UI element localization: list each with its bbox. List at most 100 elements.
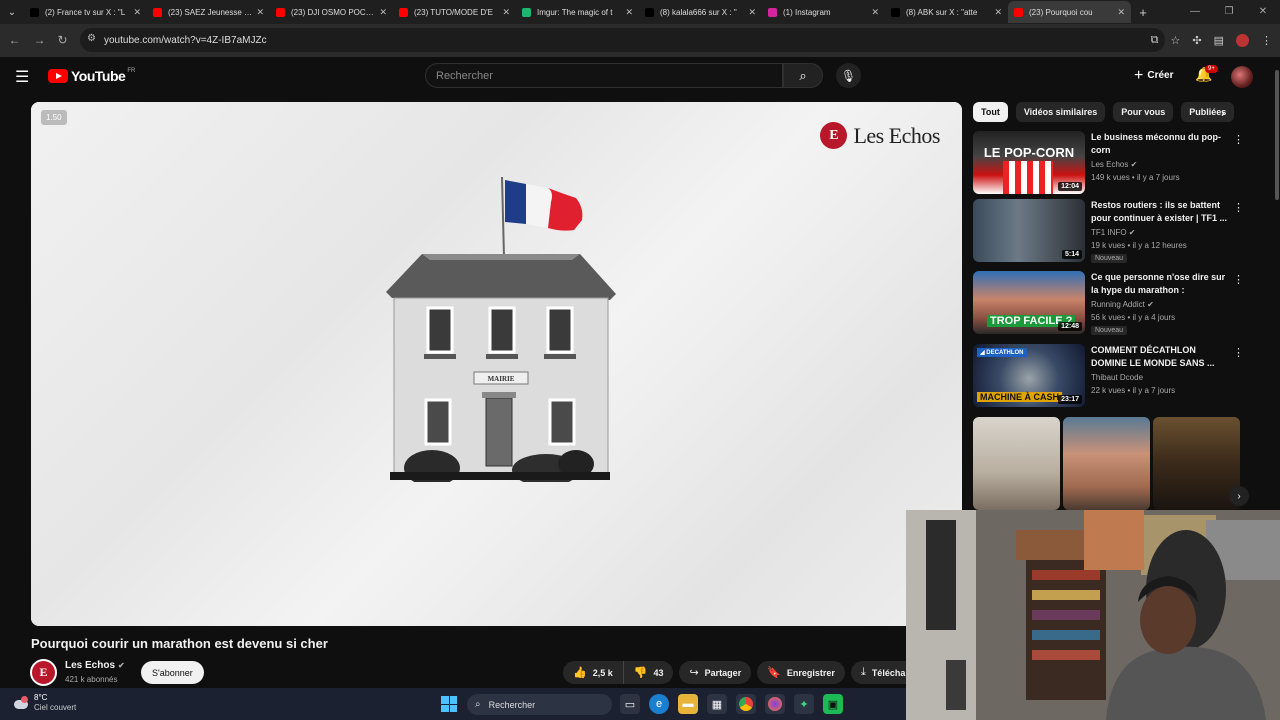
- minimize-button[interactable]: —: [1178, 0, 1212, 24]
- close-window-button[interactable]: ✕: [1246, 0, 1280, 24]
- page-scrollbar[interactable]: [1275, 70, 1279, 200]
- close-tab-icon[interactable]: ✕: [1117, 7, 1125, 18]
- account-avatar[interactable]: [1231, 66, 1253, 88]
- recommendation-item[interactable]: LE POP-CORN 12:04 Le business méconnu du…: [973, 131, 1248, 195]
- close-tab-icon[interactable]: ✕: [502, 7, 510, 18]
- share-button[interactable]: ↪ Partager: [679, 661, 752, 684]
- short-thumbnail[interactable]: [973, 417, 1060, 510]
- file-explorer-icon[interactable]: ▬: [678, 694, 698, 714]
- shorts-shelf: [973, 417, 1243, 510]
- chip-for-you[interactable]: Pour vous: [1113, 102, 1174, 122]
- plus-icon: +: [1134, 66, 1144, 84]
- dislike-button[interactable]: 👎 43: [623, 661, 674, 684]
- store-icon[interactable]: ▦: [707, 694, 727, 714]
- taskbar-search-label: Rechercher: [488, 699, 536, 710]
- recommendation-item[interactable]: ◢ DECATHLON MACHINE À CASH 23:17 COMMENT…: [973, 344, 1248, 408]
- maximize-button[interactable]: ❐: [1212, 0, 1246, 24]
- browser-tab[interactable]: (8) ABK sur X : "atte ✕: [885, 1, 1008, 23]
- recommendation-item[interactable]: TROP FACILE ? 12:48 Ce que personne n'os…: [973, 271, 1248, 335]
- browser-tab[interactable]: (23) DJI OSMO POCKE ✕: [270, 1, 393, 23]
- search-button[interactable]: ⌕: [783, 63, 823, 88]
- close-tab-icon[interactable]: ✕: [748, 7, 756, 18]
- recommendation-channel: Les Echos ✔: [1091, 160, 1137, 169]
- install-app-icon[interactable]: ⧉: [1151, 34, 1159, 47]
- channel-name-text: Les Echos: [65, 660, 116, 671]
- recommendation-channel-name: TF1 INFO: [1091, 228, 1127, 237]
- short-thumbnail[interactable]: [1153, 417, 1240, 510]
- browser-tab[interactable]: (23) Pourquoi cou ✕: [1008, 1, 1131, 23]
- more-options-icon[interactable]: ⋮: [1233, 133, 1244, 146]
- browser-tab-title: (8) kalala666 sur X : ": [660, 7, 737, 17]
- android-studio-icon[interactable]: ✦: [794, 694, 814, 714]
- taskbar-apps: ▭ e ▬ ▦ ✦ ▣: [620, 694, 843, 714]
- site-info-icon[interactable]: ⚙: [87, 33, 96, 44]
- close-tab-icon[interactable]: ✕: [133, 7, 141, 18]
- browser-menu-icon[interactable]: ⋮: [1261, 34, 1272, 47]
- profile-icon[interactable]: [1236, 34, 1249, 47]
- mairie-sign-text: MAIRIE: [488, 375, 515, 383]
- more-options-icon[interactable]: ⋮: [1233, 201, 1244, 214]
- youtube-header: ☰ YouTube FR Rechercher ⌕ 🎙 + Créer 🔔 9+: [0, 57, 1280, 95]
- back-button[interactable]: ←: [2, 33, 27, 47]
- close-tab-icon[interactable]: ✕: [379, 7, 387, 18]
- browser-tab[interactable]: (23) SAEZ Jeunesse Lè ✕: [147, 1, 270, 23]
- chevron-right-icon[interactable]: ›: [1221, 108, 1225, 120]
- extensions-icon[interactable]: ✣: [1192, 34, 1201, 47]
- close-tab-icon[interactable]: ✕: [625, 7, 633, 18]
- edge-icon[interactable]: e: [649, 694, 669, 714]
- shorts-next-icon[interactable]: ›: [1229, 486, 1249, 506]
- browser-tab[interactable]: (8) kalala666 sur X : " ✕: [639, 1, 762, 23]
- search-icon: ⌕: [475, 699, 481, 710]
- verified-badge-icon: ✔: [1147, 300, 1154, 309]
- close-tab-icon[interactable]: ✕: [994, 7, 1002, 18]
- video-thumbnail[interactable]: 5:14: [973, 199, 1085, 262]
- hamburger-menu-icon[interactable]: ☰: [15, 67, 29, 87]
- browser-tab[interactable]: (23) TUTO/MODE D'E ✕: [393, 1, 516, 23]
- youtube-logo[interactable]: YouTube FR: [48, 68, 135, 84]
- new-tab-button[interactable]: +: [1131, 5, 1155, 20]
- x-logo-icon: [645, 7, 654, 17]
- reload-button[interactable]: ↻: [50, 33, 75, 47]
- url-field[interactable]: ⚙ youtube.com/watch?v=4Z-IB7aMJZc: [80, 28, 1165, 52]
- task-view-icon[interactable]: ▭: [620, 694, 640, 714]
- chip-related[interactable]: Vidéos similaires: [1015, 102, 1106, 122]
- weather-description: Ciel couvert: [34, 703, 77, 712]
- more-options-icon[interactable]: ⋮: [1233, 273, 1244, 286]
- video-thumbnail[interactable]: ◢ DECATHLON MACHINE À CASH 23:17: [973, 344, 1085, 407]
- subscribe-button[interactable]: S'abonner: [141, 661, 204, 684]
- save-button[interactable]: 🔖 Enregistrer: [757, 661, 845, 684]
- chip-all[interactable]: Tout: [973, 102, 1008, 122]
- taskbar-search[interactable]: ⌕ Rechercher: [467, 694, 612, 715]
- like-button[interactable]: 👍 2,5 k: [563, 661, 624, 684]
- close-tab-icon[interactable]: ✕: [256, 7, 264, 18]
- voice-search-button[interactable]: 🎙: [836, 63, 861, 88]
- firefox-icon[interactable]: [765, 694, 785, 714]
- recommendation-item[interactable]: 5:14 Restos routiers : ils se battent po…: [973, 199, 1248, 263]
- chrome-icon[interactable]: [736, 694, 756, 714]
- weather-widget[interactable]: 8°C Ciel couvert: [12, 693, 76, 713]
- forward-button[interactable]: →: [27, 33, 52, 47]
- video-thumbnail[interactable]: TROP FACILE ? 12:48: [973, 271, 1085, 334]
- video-thumbnail[interactable]: LE POP-CORN 12:04: [973, 131, 1085, 194]
- app-icon[interactable]: ▣: [823, 694, 843, 714]
- create-button[interactable]: + Créer: [1124, 63, 1183, 88]
- video-player[interactable]: 1.50 E Les Echos MAIRIE: [31, 102, 962, 626]
- more-options-icon[interactable]: ⋮: [1233, 346, 1244, 359]
- browser-tab[interactable]: Imgur: The magic of t ✕: [516, 1, 639, 23]
- recommendation-filter-chips: Tout Vidéos similaires Pour vous Publiée…: [973, 102, 1243, 122]
- search-input[interactable]: Rechercher: [425, 63, 783, 88]
- short-thumbnail[interactable]: [1063, 417, 1150, 510]
- sidebar-icon[interactable]: ▤: [1214, 34, 1224, 47]
- channel-name[interactable]: Les Echos ✔: [65, 660, 125, 671]
- tab-search-chevron-icon[interactable]: ⌄: [0, 0, 24, 24]
- browser-tab-title: (23) DJI OSMO POCKE: [291, 7, 376, 17]
- thumbs-down-icon: 👎: [633, 667, 648, 679]
- bookmark-star-icon[interactable]: ☆: [1171, 34, 1181, 47]
- channel-avatar[interactable]: E: [30, 659, 57, 686]
- recommendation-meta: 149 k vues • il y a 7 jours: [1091, 173, 1180, 182]
- browser-tab[interactable]: (2) France tv sur X : "L ✕: [24, 1, 147, 23]
- windows-start-icon[interactable]: [441, 696, 457, 712]
- browser-tab[interactable]: (1) Instagram ✕: [762, 1, 885, 23]
- chip-published[interactable]: Publiées: [1181, 102, 1235, 122]
- close-tab-icon[interactable]: ✕: [871, 7, 879, 18]
